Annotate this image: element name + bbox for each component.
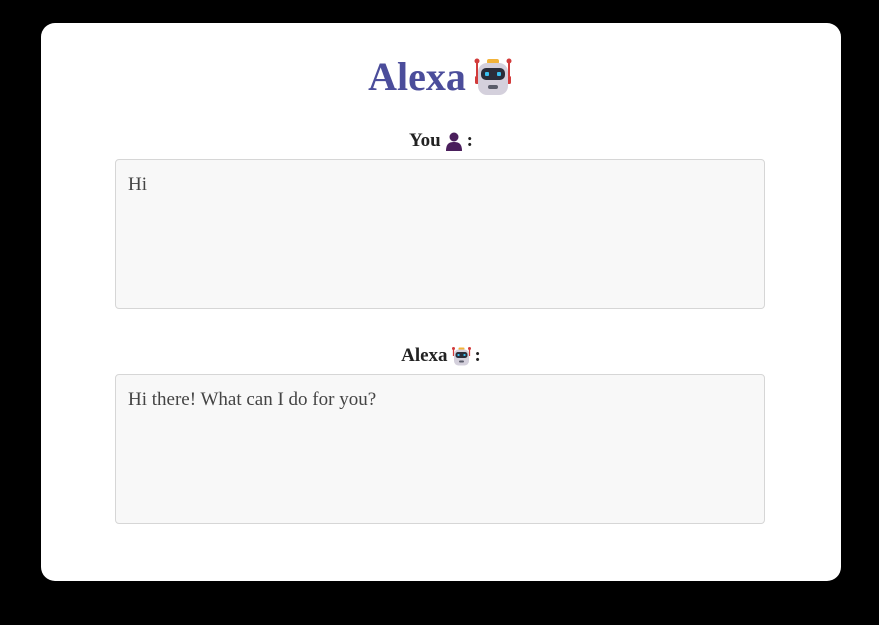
bot-label-text: Alexa: [401, 345, 448, 366]
bot-label-suffix: :: [474, 345, 481, 366]
user-label: You :: [41, 130, 841, 152]
robot-icon: [451, 346, 472, 367]
header: Alexa: [41, 53, 841, 101]
user-message-field[interactable]: Hi: [115, 159, 765, 309]
robot-icon: [472, 56, 514, 98]
chat-card: Alexa You : Hi Alexa: Hi there! What ca…: [41, 23, 841, 581]
bot-response-field[interactable]: Hi there! What can I do for you?: [115, 374, 765, 524]
person-icon: [444, 131, 464, 151]
user-label-suffix: :: [466, 130, 473, 151]
user-label-text: You: [408, 130, 441, 151]
bot-label: Alexa :: [41, 345, 841, 367]
page-title: Alexa: [368, 54, 466, 99]
